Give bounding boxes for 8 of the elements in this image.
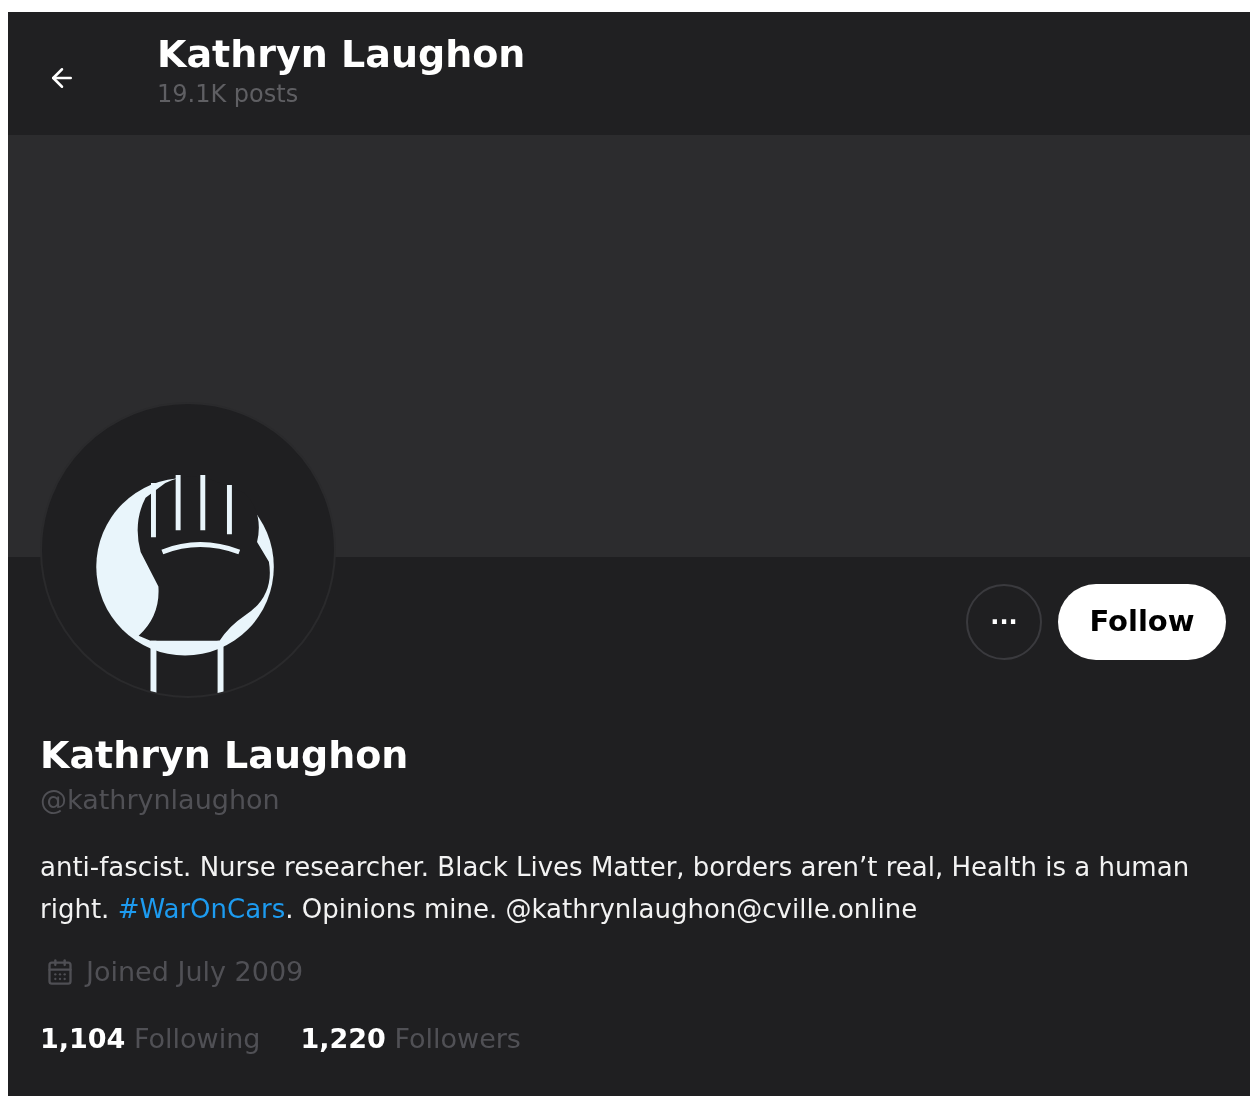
page-title: Kathryn Laughon (157, 31, 526, 78)
hashtag-link[interactable]: #WarOnCars (117, 894, 286, 924)
post-count: 19.1K posts (157, 79, 300, 110)
bio-text: anti-fascist. Nurse researcher. Black Lives Matter, borders aren’t real, Health is a human right. #WarOnCars. Opinions mine. @kathrynlaughon@cville.online (40, 851, 1191, 926)
calendar-icon (46, 958, 74, 987)
more-button[interactable]: ··· (966, 584, 1042, 660)
follow-button[interactable]: Follow (1058, 584, 1226, 660)
profile-name: Kathryn Laughon (40, 732, 410, 779)
